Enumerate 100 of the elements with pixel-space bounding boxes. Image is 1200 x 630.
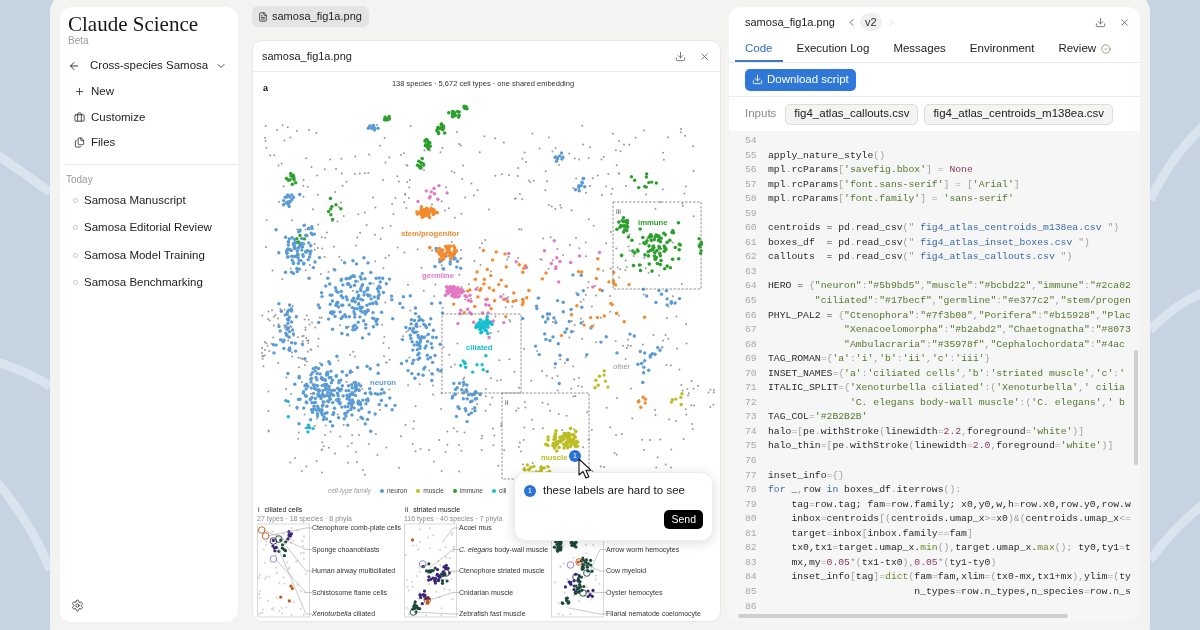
line-number: 72 — [745, 395, 757, 410]
file-icon — [258, 11, 268, 22]
line-number: 56 — [745, 163, 757, 178]
files-icon — [74, 137, 85, 149]
download-script-button[interactable]: Download script — [745, 68, 856, 91]
line-number: 73 — [745, 410, 757, 425]
code-line: tag=row.tag; fam=row.family; x0,y0,w,h=row.x0,row.y0,row.w — [790, 497, 1131, 512]
file-tab[interactable]: samosa_fig1a.png — [252, 6, 369, 27]
line-number: 85 — [745, 584, 757, 599]
code-line: boxes_df = pd.read_csv(" fig4_atlas_inset_boxes.csv ") — [768, 235, 1090, 250]
comment-text: these labels are hard to see — [543, 483, 685, 499]
sidebar-item[interactable]: Files — [68, 130, 116, 156]
settings-icon[interactable] — [71, 599, 84, 612]
line-number: 75 — [745, 439, 757, 454]
tab[interactable]: Messages — [883, 37, 956, 62]
code-line: inset_info={} — [768, 468, 845, 483]
vertical-scrollbar[interactable] — [1134, 350, 1138, 465]
line-number: 86 — [745, 599, 757, 614]
line-number: 62 — [745, 250, 757, 265]
tab[interactable]: Execution Log — [786, 37, 880, 62]
code-line: mpl.rcParams['font.family'] = 'sans-serif' — [768, 192, 1014, 207]
line-number: 61 — [745, 235, 757, 250]
code-line: halo_thin=[pe.withStroke(linewidth=2.0,foreground='white')] — [768, 439, 1114, 454]
back-arrow-icon[interactable] — [68, 60, 80, 72]
code-line: INSET_NAMES={'a':'ciliated cells','b':'striated muscle','c':' — [768, 366, 1125, 381]
line-number: 57 — [745, 177, 757, 192]
code-line: "Xenacoelomorpha":"#b2abd2","Chaetognatha":"#8073 — [843, 323, 1131, 338]
line-number: 58 — [745, 192, 757, 207]
line-number: 69 — [745, 352, 757, 367]
line-number: 65 — [745, 294, 757, 308]
panel-letter: a — [263, 83, 268, 93]
line-number: 76 — [745, 454, 757, 469]
code-line: inbox=centroids[(centroids.umap_x>=x0)&(centroids.umap_x<= — [790, 512, 1131, 527]
download-icon — [752, 74, 763, 85]
code-line: "Ambulacraria":"#35978f","Cephalochordata":"#4ac — [843, 337, 1125, 352]
code-line: target=inbox[inbox.family==fam] — [790, 526, 973, 541]
briefcase-icon — [74, 111, 85, 123]
tab[interactable]: Review — [1048, 37, 1122, 62]
line-number: 79 — [745, 497, 757, 512]
leader-line — [568, 607, 607, 615]
download-icon[interactable] — [1095, 16, 1106, 28]
line-number: 74 — [745, 424, 757, 439]
line-number: 64 — [745, 279, 757, 294]
code-line: tx0,tx1=target.umap_x.min(),target.umap_x.max(); ty0,ty1=t — [790, 541, 1131, 556]
session-item[interactable]: Samosa Manuscript — [68, 186, 230, 214]
version-label[interactable]: v2 — [859, 13, 882, 31]
code-line: PHYL_PAL2 = {"Ctenophora":"#7f3b08","Porifera":"#b15928","Plac — [768, 308, 1131, 323]
line-number: 54 — [745, 134, 757, 148]
code-line: 'C. elegans body-wall muscle':('C. elegans',' b — [848, 395, 1125, 410]
session-item[interactable]: Samosa Editorial Review — [68, 214, 230, 242]
line-number: 77 — [745, 468, 757, 483]
line-number: 55 — [745, 148, 757, 163]
inputs-label: Inputs — [745, 106, 777, 122]
sidebar-item[interactable]: Customize — [68, 104, 146, 130]
highlight-ring — [442, 569, 450, 577]
line-number: 71 — [745, 381, 757, 396]
line-number: 80 — [745, 512, 757, 527]
code-line: apply_nature_style() — [768, 148, 886, 163]
leader-line — [415, 611, 460, 615]
download-icon[interactable] — [675, 50, 686, 62]
code-line: TAG_COL='#2B2B2B' — [768, 410, 868, 425]
code-line: ITALIC_SPLIT={'Xenoturbella ciliated':('Xenoturbella',' cilia — [768, 381, 1125, 396]
code-line: "ciliated":"#17becf","germline":"#e377c2","stem/progen — [813, 294, 1131, 308]
code-line: for _,row in boxes_df.iterrows(): — [768, 483, 962, 498]
code-line: mpl.rcParams['font.sans-serif'] = ['Arial'] — [768, 177, 1020, 192]
sidebar-item[interactable]: New — [68, 79, 114, 105]
section-label: Today — [66, 173, 93, 186]
code-line: HERO = {"neuron":"#5b9bd5","muscle":"#bcbd22","immune":"#2ca02 — [768, 279, 1131, 294]
line-number: 81 — [745, 526, 757, 541]
line-number: 59 — [745, 206, 757, 221]
project-switcher[interactable]: Cross-species Samosa — [90, 57, 228, 75]
line-number: 78 — [745, 483, 757, 498]
code-line: centroids = pd.read_csv(" fig4_atlas_centroids_m138ea.csv ") — [768, 221, 1120, 236]
line-number: 63 — [745, 264, 757, 279]
tab[interactable]: Code — [735, 37, 783, 62]
line-number: 83 — [745, 555, 757, 570]
line-number: 60 — [745, 221, 757, 236]
panel-title: samosa_fig1a.png — [745, 14, 835, 30]
close-icon[interactable] — [699, 50, 710, 62]
line-number: 67 — [745, 323, 757, 338]
highlight-ring — [418, 560, 427, 568]
code-line: mpl.rcParams['savefig.bbox'] = None — [768, 163, 973, 178]
code-line: callouts = pd.read_csv(" fig4_atlas_callouts.csv ") — [768, 250, 1073, 265]
plus-icon — [74, 86, 85, 98]
leader-line — [429, 592, 460, 601]
leader-line — [441, 527, 460, 544]
file-chip[interactable]: fig4_atlas_centroids_m138ea.csv — [924, 103, 1114, 125]
horizontal-scrollbar[interactable] — [738, 614, 1068, 618]
send-button[interactable]: Send — [664, 510, 703, 529]
line-number: 70 — [745, 366, 757, 381]
line-number: 82 — [745, 541, 757, 556]
app-title: Claude Science — [68, 12, 199, 36]
close-icon[interactable] — [1119, 16, 1130, 28]
tab[interactable]: Environment — [959, 37, 1045, 62]
code-line: inset_info[tag]=dict(fam=fam,xlim=(tx0-mx,tx1+mx),ylim=(ty — [790, 570, 1131, 585]
session-item[interactable]: Samosa Benchmarking — [68, 269, 230, 297]
file-chip[interactable]: fig4_atlas_callouts.csv — [785, 103, 919, 125]
highlight-ring — [269, 555, 278, 563]
code-line: n_types=row.n_types,n_species=row.n_s — [913, 584, 1131, 599]
session-item[interactable]: Samosa Model Training — [68, 241, 230, 269]
